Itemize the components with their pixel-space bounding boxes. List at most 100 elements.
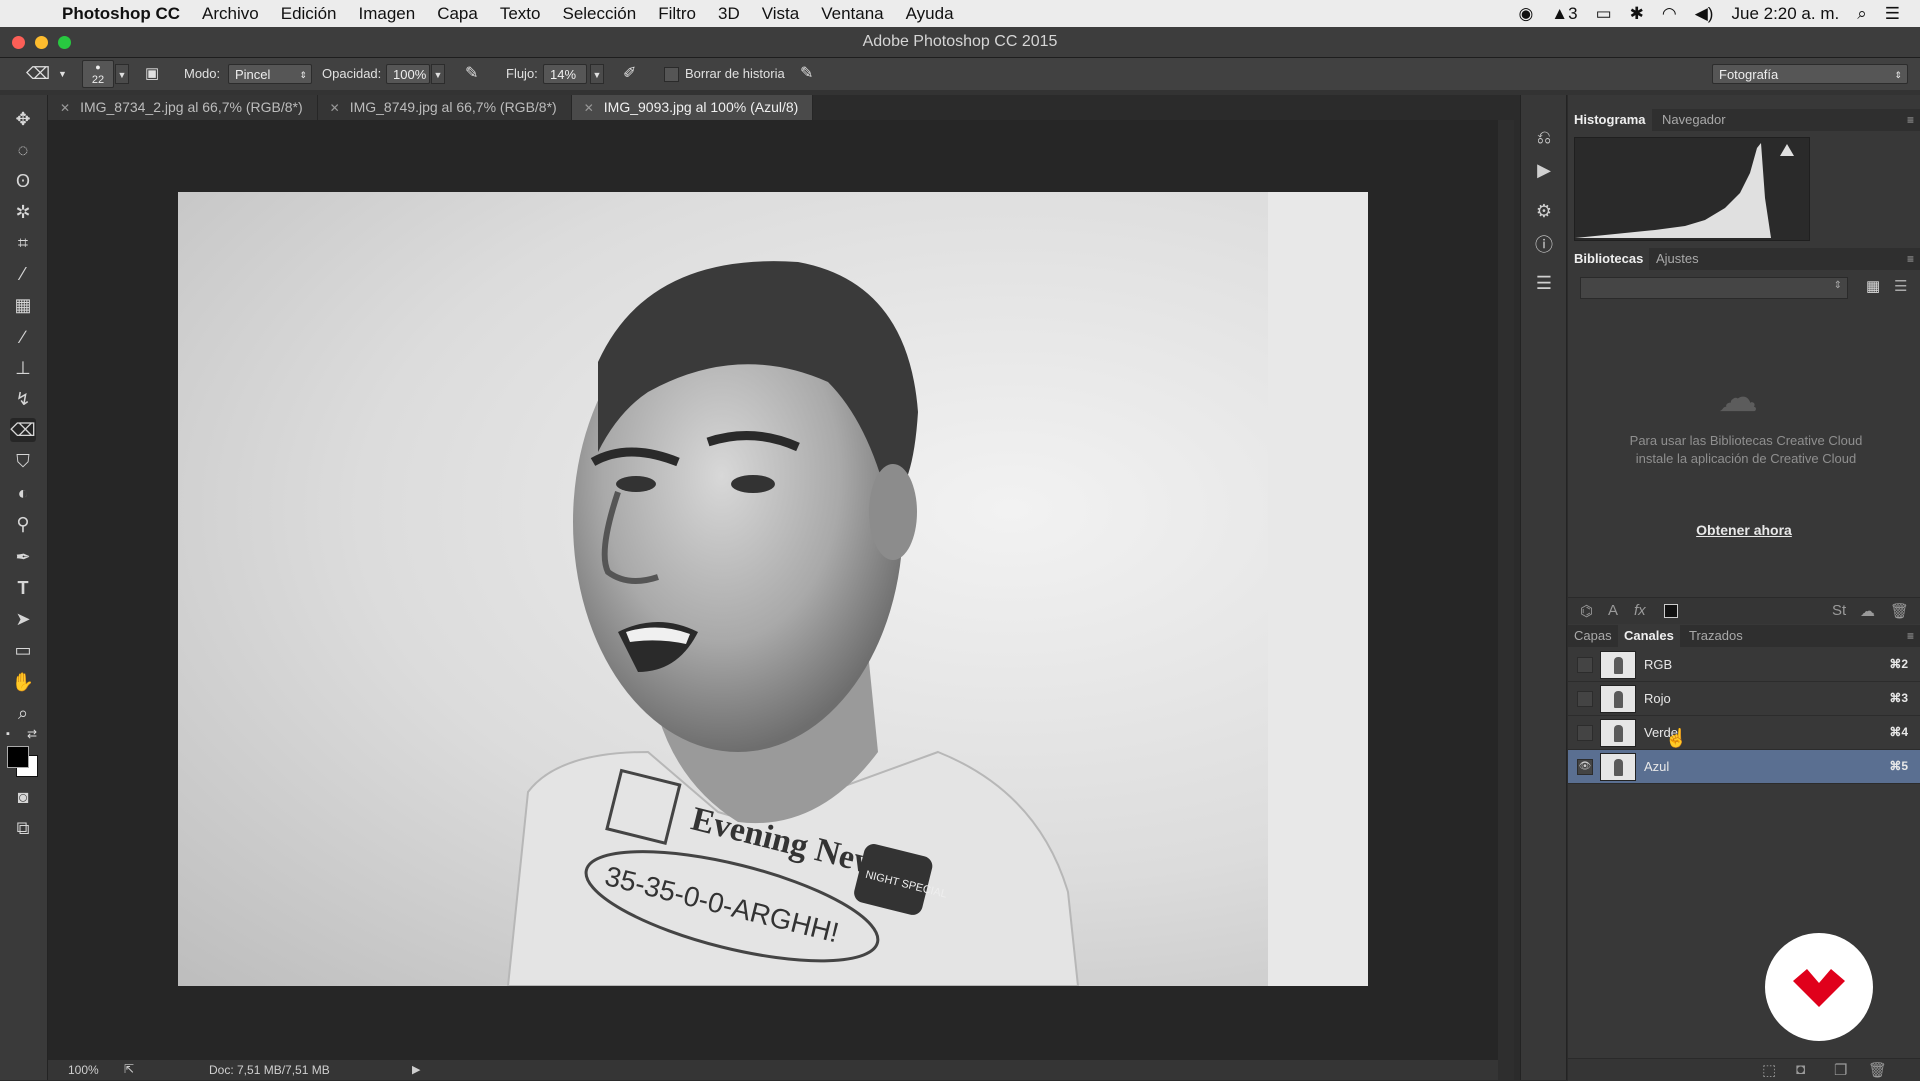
tab-canales[interactable]: Canales [1618,625,1680,647]
library-select[interactable]: ⇕ [1580,277,1848,299]
magic-wand-tool-icon[interactable]: ✲ [10,200,36,224]
channel-row[interactable]: Verde ⌘4 [1568,716,1920,750]
screen-mode-icon[interactable]: ⧉ [10,816,36,840]
menu-3d[interactable]: 3D [718,4,740,24]
opacity-input[interactable]: 100% [386,64,430,84]
sync-cloud-icon[interactable]: ☁ [1860,602,1875,620]
menu-ventana[interactable]: Ventana [821,4,883,24]
swap-colors-icon[interactable]: ⇄ [27,727,37,741]
paint-bucket-tool-icon[interactable]: ⛉ [10,449,36,473]
pen-tool-icon[interactable]: ✒ [10,545,36,569]
grid-view-icon[interactable]: ▦ [1866,277,1880,295]
new-channel-icon[interactable]: ❐ [1834,1061,1847,1079]
list-view-icon[interactable]: ☰ [1894,277,1907,295]
menu-vista[interactable]: Vista [762,4,800,24]
brush-size-picker[interactable]: ● 22 [82,60,114,88]
eraser-tool-icon[interactable]: ⌫ [10,418,36,442]
clone-stamp-tool-icon[interactable]: ⊥ [10,356,36,380]
tab-trazados[interactable]: Trazados [1683,625,1749,647]
dodge-tool-icon[interactable]: ⚲ [10,512,36,536]
document-image[interactable]: Evening News 35-35-0-0-ARGHH! NIGHT SPEC… [178,192,1368,986]
notification-center-icon[interactable]: ☰ [1885,4,1900,24]
close-tab-icon[interactable]: ✕ [60,101,70,115]
brush-tool-icon[interactable]: ∕ [10,325,36,349]
flow-input[interactable]: 14% [543,64,587,84]
menu-capa[interactable]: Capa [437,4,478,24]
crop-tool-icon[interactable]: ⌗ [10,231,36,255]
rectangle-tool-icon[interactable]: ▭ [10,638,36,662]
channel-row[interactable]: Rojo ⌘3 [1568,682,1920,716]
eraser-tool-preset-icon[interactable]: ⌫ [26,64,50,84]
eyedropper-tool-icon[interactable]: ⁄ [10,262,36,286]
menu-filtro[interactable]: Filtro [658,4,696,24]
menu-edicion[interactable]: Edición [281,4,337,24]
share-icon[interactable]: ⇱ [124,1062,134,1076]
hand-tool-icon[interactable]: ✋ [10,670,36,694]
add-color-icon[interactable] [1664,604,1678,618]
document-tab[interactable]: ✕ IMG_8749.jpg al 66,7% (RGB/8*) [317,95,572,120]
document-tab-active[interactable]: ✕ IMG_9093.jpg al 100% (Azul/8) [571,95,814,120]
record-icon[interactable]: ◉ [1518,4,1533,24]
close-tab-icon[interactable]: ✕ [330,101,340,115]
channel-row-selected[interactable]: 👁 Azul ⌘5 [1568,750,1920,784]
blur-tool-icon[interactable]: ◐ [10,481,36,505]
actions-play-icon[interactable]: ▶ [1532,158,1556,182]
tab-ajustes[interactable]: Ajustes [1650,248,1705,270]
visibility-eye-icon[interactable]: 👁 [1577,759,1593,775]
add-layer-style-icon[interactable]: fx [1634,602,1646,619]
panel-menu-icon[interactable]: ≡ [1907,625,1914,647]
menu-imagen[interactable]: Imagen [359,4,416,24]
panel-menu-icon[interactable]: ≡ [1907,109,1914,131]
stock-icon[interactable]: St [1832,602,1846,619]
workspace-select[interactable]: Fotografía ⇕ [1712,64,1908,84]
volume-icon[interactable]: ◀) [1695,4,1714,24]
status-menu-arrow-icon[interactable]: ▶ [412,1063,420,1076]
marquee-tool-icon[interactable]: ◌ [10,138,36,162]
move-tool-icon[interactable]: ✥ [10,107,36,131]
flow-dropdown-icon[interactable]: ▼ [590,64,604,84]
document-tab[interactable]: ✕ IMG_8734_2.jpg al 66,7% (RGB/8*) [48,95,318,120]
tab-bibliotecas[interactable]: Bibliotecas [1568,248,1650,270]
tool-preset-dropdown-icon[interactable]: ▼ [58,64,67,84]
visibility-toggle[interactable] [1577,725,1593,741]
properties-panel-icon[interactable]: ⚙ [1532,199,1556,223]
history-panel-icon[interactable]: ⎌ [1532,125,1556,149]
airplay-icon[interactable]: ▭ [1596,4,1612,24]
menu-texto[interactable]: Texto [500,4,541,24]
canvas-vertical-scrollbar[interactable] [1498,120,1514,1080]
zoom-tool-icon[interactable]: ⌕ [10,701,36,725]
add-graphic-icon[interactable]: ⌬ [1580,602,1593,620]
get-now-link[interactable]: Obtener ahora [1568,522,1920,538]
type-tool-icon[interactable]: T [10,576,36,600]
tab-navegador[interactable]: Navegador [1656,109,1732,131]
bluetooth-icon[interactable]: ✱ [1630,4,1644,24]
default-colors-icon[interactable]: ▪ [6,728,10,740]
visibility-toggle[interactable] [1577,657,1593,673]
foreground-color-swatch[interactable] [7,746,29,768]
brush-size-dropdown-icon[interactable]: ▼ [115,64,129,84]
visibility-toggle[interactable] [1577,691,1593,707]
wifi-icon[interactable]: ◠ [1662,4,1677,24]
brush-panel-toggle-icon[interactable]: ▣ [145,64,159,84]
panel-menu-icon[interactable]: ≡ [1907,248,1914,270]
airbrush-icon[interactable]: ✐ [623,64,636,84]
opacity-dropdown-icon[interactable]: ▼ [431,64,445,84]
menu-ayuda[interactable]: Ayuda [906,4,954,24]
adobe-status-icon[interactable]: ▲3 [1551,4,1577,24]
menu-seleccion[interactable]: Selección [562,4,636,24]
pressure-size-icon[interactable]: ✎ [800,64,813,84]
menu-app-name[interactable]: Photoshop CC [62,4,180,24]
save-selection-channel-icon[interactable]: ◘ [1796,1061,1805,1078]
delete-channel-icon[interactable]: 🗑 [1868,1061,1887,1079]
quick-mask-icon[interactable]: ◙ [10,785,36,809]
close-tab-icon[interactable]: ✕ [584,101,594,115]
load-channel-selection-icon[interactable]: ⬚ [1762,1061,1776,1079]
delete-library-item-icon[interactable]: 🗑 [1890,602,1909,620]
adjustments-panel-icon[interactable]: ☰ [1532,271,1556,295]
lasso-tool-icon[interactable]: ʘ [10,169,36,193]
healing-brush-tool-icon[interactable]: ▦ [10,293,36,317]
add-character-style-icon[interactable]: A [1608,602,1618,619]
info-panel-icon[interactable]: ⓘ [1532,233,1556,257]
menu-archivo[interactable]: Archivo [202,4,259,24]
spotlight-search-icon[interactable]: ⌕ [1857,4,1867,24]
